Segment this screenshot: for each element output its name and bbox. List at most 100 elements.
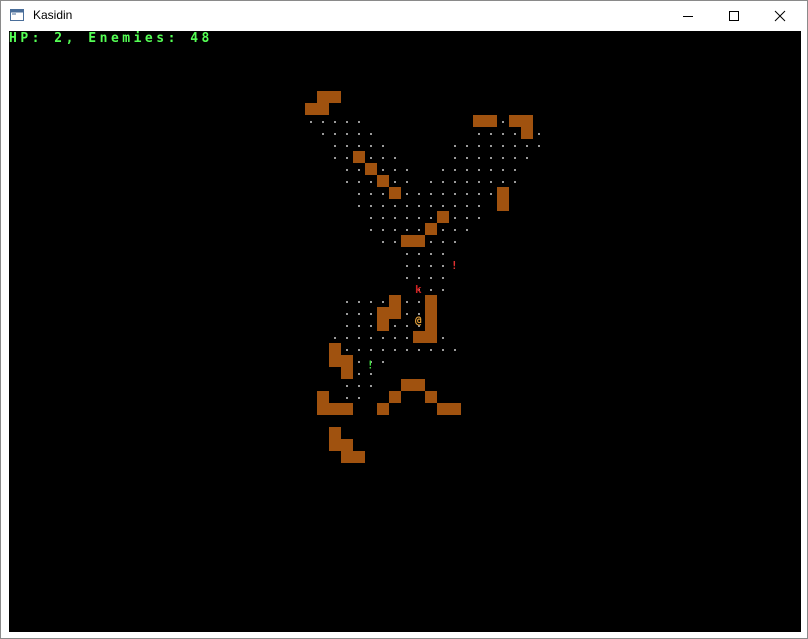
floor-dot bbox=[418, 349, 420, 351]
floor-dot bbox=[346, 181, 348, 183]
floor-dot bbox=[418, 301, 420, 303]
floor-dot bbox=[346, 325, 348, 327]
floor-dot bbox=[490, 181, 492, 183]
wall-tile bbox=[377, 319, 389, 331]
wall-tile bbox=[473, 115, 497, 127]
floor-dot bbox=[346, 313, 348, 315]
maximize-icon bbox=[729, 11, 739, 21]
wall-tile bbox=[317, 391, 329, 403]
wall-tile bbox=[497, 199, 509, 211]
title-bar[interactable]: Kasidin bbox=[1, 1, 807, 31]
wall-tile bbox=[425, 307, 437, 319]
player-glyph: @ bbox=[415, 314, 422, 327]
floor-dot bbox=[490, 133, 492, 135]
floor-dot bbox=[382, 337, 384, 339]
floor-dot bbox=[418, 253, 420, 255]
floor-dot bbox=[454, 349, 456, 351]
floor-dot bbox=[346, 301, 348, 303]
floor-dot bbox=[346, 385, 348, 387]
floor-dot bbox=[406, 253, 408, 255]
floor-dot bbox=[358, 193, 360, 195]
floor-dot bbox=[382, 193, 384, 195]
floor-dot bbox=[526, 157, 528, 159]
floor-dot bbox=[358, 181, 360, 183]
wall-tile bbox=[425, 223, 437, 235]
floor-dot bbox=[430, 241, 432, 243]
floor-dot bbox=[406, 301, 408, 303]
floor-dot bbox=[310, 121, 312, 123]
floor-dot bbox=[370, 313, 372, 315]
floor-dot bbox=[358, 385, 360, 387]
wall-tile bbox=[425, 391, 437, 403]
floor-dot bbox=[442, 193, 444, 195]
floor-dot bbox=[478, 133, 480, 135]
floor-dot bbox=[418, 205, 420, 207]
wall-tile bbox=[377, 175, 389, 187]
floor-dot bbox=[346, 349, 348, 351]
floor-dot bbox=[430, 205, 432, 207]
wall-tile bbox=[413, 331, 437, 343]
floor-dot bbox=[502, 181, 504, 183]
floor-dot bbox=[442, 277, 444, 279]
floor-dot bbox=[502, 133, 504, 135]
floor-dot bbox=[406, 229, 408, 231]
floor-dot bbox=[442, 169, 444, 171]
floor-dot bbox=[358, 169, 360, 171]
floor-dot bbox=[442, 253, 444, 255]
wall-tile bbox=[329, 427, 341, 439]
floor-dot bbox=[394, 157, 396, 159]
floor-dot bbox=[406, 217, 408, 219]
floor-dot bbox=[442, 241, 444, 243]
floor-dot bbox=[394, 229, 396, 231]
floor-dot bbox=[334, 337, 336, 339]
floor-dot bbox=[394, 337, 396, 339]
floor-dot bbox=[418, 277, 420, 279]
floor-dot bbox=[370, 373, 372, 375]
floor-dot bbox=[454, 193, 456, 195]
floor-dot bbox=[490, 145, 492, 147]
floor-dot bbox=[370, 157, 372, 159]
floor-dot bbox=[394, 205, 396, 207]
floor-dot bbox=[406, 181, 408, 183]
floor-dot bbox=[454, 169, 456, 171]
floor-dot bbox=[370, 325, 372, 327]
floor-dot bbox=[442, 265, 444, 267]
floor-dot bbox=[346, 133, 348, 135]
floor-dot bbox=[370, 145, 372, 147]
minimize-button[interactable] bbox=[665, 1, 711, 31]
floor-dot bbox=[346, 337, 348, 339]
floor-dot bbox=[466, 169, 468, 171]
game-viewport[interactable]: k @!! HP: 2, Enemies: 48 bbox=[9, 31, 801, 632]
wall-tile bbox=[437, 403, 461, 415]
floor-dot bbox=[382, 349, 384, 351]
wall-tile bbox=[365, 163, 377, 175]
floor-dot bbox=[406, 193, 408, 195]
floor-dot bbox=[514, 181, 516, 183]
wall-tile bbox=[305, 103, 329, 115]
wall-tile bbox=[353, 151, 365, 163]
floor-dot bbox=[358, 373, 360, 375]
floor-dot bbox=[370, 349, 372, 351]
floor-dot bbox=[394, 325, 396, 327]
floor-dot bbox=[358, 361, 360, 363]
floor-dot bbox=[406, 169, 408, 171]
floor-dot bbox=[454, 181, 456, 183]
floor-dot bbox=[358, 121, 360, 123]
close-button[interactable] bbox=[757, 1, 803, 31]
floor-dot bbox=[370, 205, 372, 207]
floor-dot bbox=[502, 169, 504, 171]
floor-dot bbox=[478, 217, 480, 219]
wall-tile bbox=[425, 319, 437, 331]
wall-tile bbox=[329, 355, 353, 367]
wall-tile bbox=[341, 367, 353, 379]
floor-dot bbox=[490, 169, 492, 171]
floor-dot bbox=[394, 349, 396, 351]
floor-dot bbox=[346, 145, 348, 147]
wall-tile bbox=[389, 391, 401, 403]
floor-dot bbox=[538, 133, 540, 135]
floor-dot bbox=[358, 325, 360, 327]
maximize-button[interactable] bbox=[711, 1, 757, 31]
floor-dot bbox=[418, 229, 420, 231]
floor-dot bbox=[406, 349, 408, 351]
wall-tile bbox=[425, 295, 437, 307]
